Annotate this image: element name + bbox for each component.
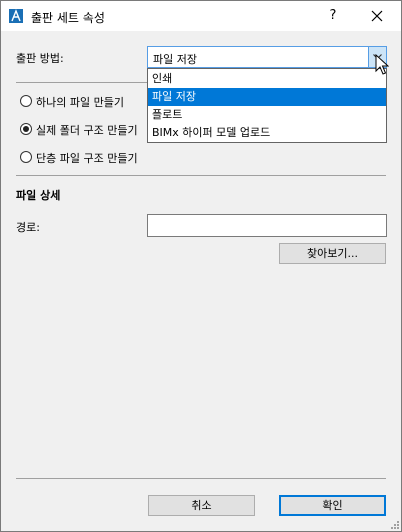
path-input[interactable] <box>147 214 387 237</box>
window-title: 출판 세트 속성 <box>31 11 105 25</box>
radio-single-file[interactable] <box>20 95 32 107</box>
separator <box>16 175 386 176</box>
close-icon <box>371 10 383 22</box>
dropdown-option-bimx-upload[interactable]: BIMx 하이퍼 모델 업로드 <box>148 124 386 142</box>
file-details-heading: 파일 상세 <box>16 189 61 202</box>
title-bar[interactable]: 출판 세트 속성 ? <box>1 1 401 31</box>
publish-method-label: 출판 방법: <box>16 52 64 65</box>
archicad-app-icon <box>9 9 23 23</box>
close-button[interactable] <box>357 1 397 31</box>
dropdown-option-print[interactable]: 인쇄 <box>148 70 386 88</box>
browse-button[interactable]: 찾아보기... <box>279 243 386 264</box>
mouse-pointer-icon <box>375 54 389 75</box>
ok-button[interactable]: 확인 <box>279 495 386 516</box>
path-label: 경로: <box>16 221 40 234</box>
dropdown-option-save-file[interactable]: 파일 저장 <box>148 88 386 106</box>
publish-method-value: 파일 저장 <box>153 53 197 66</box>
radio-label: 실제 폴더 구조 만들기 <box>36 124 138 137</box>
publish-set-properties-dialog: 출판 세트 속성 ? 출판 방법: 파일 저장 하나의 파일 만들기 실제 폴더… <box>0 0 402 532</box>
separator <box>16 478 386 479</box>
help-button[interactable]: ? <box>319 1 347 31</box>
radio-label: 하나의 파일 만들기 <box>36 96 124 109</box>
dropdown-option-plot[interactable]: 플로트 <box>148 106 386 124</box>
radio-folder-structure[interactable] <box>20 123 32 135</box>
resize-grip-icon[interactable] <box>389 519 399 529</box>
publish-method-select[interactable]: 파일 저장 <box>147 46 387 68</box>
publish-method-dropdown-list[interactable]: 인쇄 파일 저장 플로트 BIMx 하이퍼 모델 업로드 <box>147 68 387 143</box>
cancel-button[interactable]: 취소 <box>148 495 255 516</box>
radio-flat-structure[interactable] <box>20 151 32 163</box>
radio-label: 단층 파일 구조 만들기 <box>36 152 138 165</box>
